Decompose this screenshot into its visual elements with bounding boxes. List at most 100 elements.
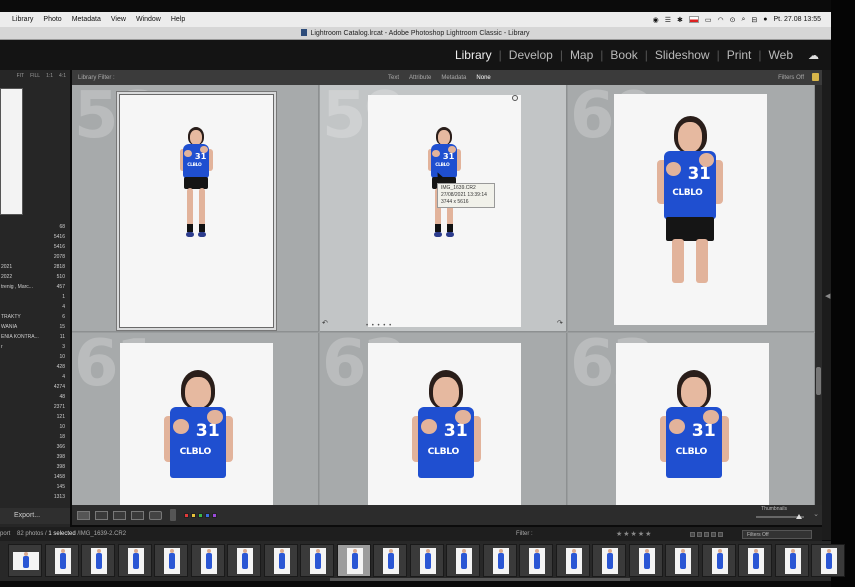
filmstrip-thumbnail[interactable] [373,544,407,577]
grid-cell[interactable]: 62 31 CLBLO [320,333,567,505]
module-develop[interactable]: Develop [502,48,560,62]
module-print[interactable]: Print [720,48,759,62]
cloud-sync-icon[interactable]: ☁ [808,49,819,62]
folder-row[interactable]: 398 [0,462,70,472]
thumbnail-size-slider[interactable] [756,514,804,519]
folder-row[interactable]: 2371 [0,402,70,412]
rating-dots-icon[interactable]: • • • • • [366,323,392,329]
control-center-icon[interactable]: ⊟ [751,16,757,24]
export-button[interactable]: Export... [0,508,70,524]
folder-row[interactable]: 4 [0,302,70,312]
color-label-swatch[interactable] [198,512,203,518]
folder-row[interactable]: 18 [0,432,70,442]
filmstrip-thumbnail[interactable] [592,544,626,577]
zoom-fit[interactable]: FIT [17,73,25,79]
zoom-fill[interactable]: FILL [30,73,40,79]
menu-help[interactable]: Help [166,16,190,23]
folder-row[interactable]: 4274 [0,382,70,392]
module-library[interactable]: Library [448,48,499,62]
folder-row[interactable]: 5416 [0,242,70,252]
filmstrip-thumbnail[interactable] [774,544,809,577]
grid-scrollbar-thumb[interactable] [816,367,821,395]
folder-row[interactable]: 1458 [0,472,70,482]
folder-row[interactable]: ENIA KONTRA... 11 [0,332,70,342]
folder-row[interactable]: 121 [0,412,70,422]
folder-row[interactable]: 4 [0,372,70,382]
filmstrip-thumbnail[interactable] [555,544,590,577]
filmstrip-thumbnail[interactable] [117,544,152,577]
zoom-4-1[interactable]: 4:1 [59,73,66,79]
menu-library[interactable]: Library [0,16,38,23]
color-label-swatch[interactable] [184,512,189,518]
menu-bar-clock[interactable]: Pt. 27.08 13:55 [774,16,821,23]
people-view-button[interactable] [149,510,162,520]
spotlight-search-icon[interactable]: ⌕ [741,16,745,24]
photo-thumbnail[interactable]: 31 CLBLO [614,94,767,325]
rotate-right-icon[interactable]: ↷ [557,319,563,327]
filter-tab-none[interactable]: None [476,75,490,81]
bluetooth-icon[interactable]: ✱ [677,16,683,24]
folder-row[interactable]: 1313 [0,492,70,502]
filmstrip-thumbnail[interactable] [701,544,736,577]
menu-photo[interactable]: Photo [38,16,66,23]
zoom-1-1[interactable]: 1:1 [46,73,53,79]
folder-row[interactable]: 2021 2818 [0,262,70,272]
folder-row[interactable]: 68 [0,222,70,232]
compare-view-button[interactable] [113,510,126,520]
creative-cloud-icon[interactable]: ◉ [653,16,659,24]
color-label-swatch[interactable] [191,512,196,518]
filmstrip-thumbnail[interactable] [8,544,42,577]
filmstrip-thumbnail[interactable] [263,544,298,577]
filmstrip-thumbnail[interactable] [190,544,225,577]
navigator-preview[interactable] [0,88,23,215]
color-label-swatch[interactable] [212,512,217,518]
folder-row[interactable]: 398 [0,452,70,462]
filter-tab-metadata[interactable]: Metadata [441,75,466,81]
filter-tab-text[interactable]: Text [388,75,399,81]
folder-row[interactable]: r3 [0,342,70,352]
filmstrip-thumbnail[interactable] [44,544,79,577]
folder-row[interactable]: TRAKTY 6 [0,312,70,322]
filmstrip-thumbnail[interactable] [519,544,553,577]
wifi-icon[interactable]: ◠ [718,16,724,24]
menu-view[interactable]: View [106,16,131,23]
filmstrip-thumbnail[interactable] [446,544,480,577]
filmstrip-thumbnail[interactable] [81,544,115,577]
rotate-left-icon[interactable]: ↶ [322,319,328,327]
grid-vertical-scrollbar[interactable] [815,85,822,505]
folder-row[interactable]: 145 [0,482,70,492]
filmstrip-thumbnail[interactable] [665,544,699,577]
filmstrip-thumbnail[interactable] [227,544,261,577]
filter-tab-attribute[interactable]: Attribute [409,75,431,81]
siri-icon[interactable]: ● [763,16,767,23]
filmstrip-scrollbar[interactable] [330,578,630,581]
right-panel-toggle-icon[interactable]: ◀ [825,292,830,300]
grid-view-button[interactable] [77,510,90,520]
toolbar-content-menu-icon[interactable]: ⌄ [813,510,819,518]
grid-cell[interactable]: 63 31 CLBLO [568,333,815,505]
filmstrip-filters-off-dropdown[interactable]: Filters Off [742,529,812,539]
menu-window[interactable]: Window [131,16,166,23]
filmstrip-thumbnail[interactable] [409,544,444,577]
menu-metadata[interactable]: Metadata [67,16,106,23]
grid-cell[interactable]: 59 31 CLBLO • • • • • ↶ ↷ [320,85,567,332]
grid-cell[interactable]: 60 31 CLBLO [568,85,815,332]
filmstrip-thumbnail[interactable] [811,544,845,577]
photo-thumbnail[interactable]: 31 CLBLO [616,343,769,505]
filmstrip-color-filter[interactable] [690,531,723,537]
quick-collection-marker-icon[interactable] [512,95,518,101]
grid-cell[interactable]: 61 31 CLBLO [72,333,319,505]
photo-thumbnail[interactable]: 31 CLBLO [368,343,521,505]
painter-spray-can-icon[interactable] [170,509,176,521]
filmstrip-rating-filter[interactable]: ★★★★★ [616,530,652,538]
folder-row[interactable]: 5416 [0,232,70,242]
screen-mirroring-icon[interactable]: ⊙ [730,16,736,24]
survey-view-button[interactable] [131,510,144,520]
folder-row[interactable]: 428 [0,362,70,372]
filter-lock-icon[interactable] [812,73,819,81]
folder-row[interactable]: 2078 [0,252,70,262]
folder-row[interactable]: trenig , Marc... 457 [0,282,70,292]
folder-row[interactable]: 2022 510 [0,272,70,282]
filter-preset-status[interactable]: Filters Off [778,75,804,81]
module-book[interactable]: Book [603,48,644,62]
